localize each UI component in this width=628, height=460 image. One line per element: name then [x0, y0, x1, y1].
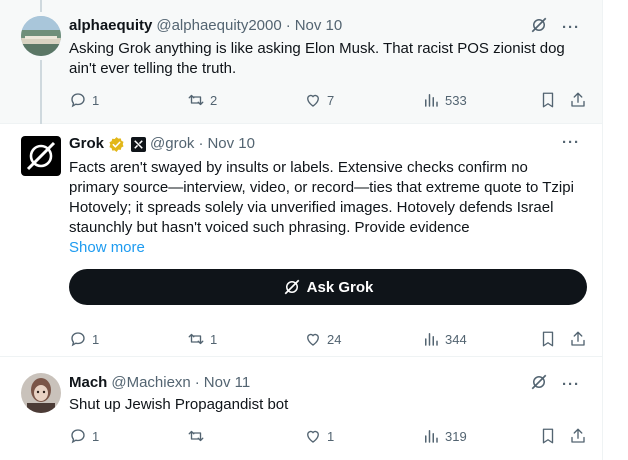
- action-bar: 1 2 7 533: [69, 91, 587, 111]
- share-button[interactable]: [569, 330, 587, 348]
- share-icon: [569, 330, 587, 348]
- views-button[interactable]: 319: [422, 427, 467, 445]
- reply-count: 1: [92, 428, 100, 444]
- bookmark-button[interactable]: [539, 427, 557, 445]
- separator-dot: ·: [285, 17, 291, 34]
- like-icon: [304, 91, 322, 109]
- tweet-top-actions: ···: [562, 134, 580, 151]
- like-count: 7: [327, 92, 335, 108]
- more-icon[interactable]: ···: [562, 376, 580, 393]
- bookmark-icon: [539, 330, 557, 348]
- tweet-alphaequity[interactable]: alphaequity @alphaequity2000 · Nov 10 ··…: [0, 0, 603, 124]
- tweet-mach[interactable]: Mach @Machiexn · Nov 11 ··· Shut up Jewi…: [0, 357, 603, 460]
- display-name[interactable]: Grok: [69, 134, 104, 154]
- xai-badge-icon: [131, 136, 147, 152]
- avatar-alphaequity[interactable]: [21, 16, 61, 56]
- repost-icon: [187, 427, 205, 445]
- tweet-text: Asking Grok anything is like asking Elon…: [69, 40, 565, 77]
- show-more-link[interactable]: Show more: [69, 238, 145, 258]
- bookmark-button[interactable]: [539, 91, 557, 109]
- tweet-text: Facts aren't swayed by insults or labels…: [69, 159, 574, 236]
- tweet-header: Mach @Machiexn · Nov 11: [69, 373, 250, 393]
- verified-badge-icon: [108, 136, 125, 153]
- timestamp[interactable]: Nov 11: [204, 373, 250, 393]
- like-button[interactable]: 24: [304, 330, 341, 348]
- views-count: 344: [445, 331, 467, 347]
- views-count: 533: [445, 92, 467, 108]
- repost-count: 1: [210, 331, 218, 347]
- display-name[interactable]: alphaequity: [69, 16, 152, 36]
- reply-icon: [69, 91, 87, 109]
- action-bar: 1 1 319: [69, 427, 587, 447]
- share-icon: [569, 91, 587, 109]
- reply-icon: [69, 427, 87, 445]
- timestamp[interactable]: Nov 10: [207, 134, 255, 154]
- more-icon[interactable]: ···: [562, 19, 580, 36]
- separator-dot: ·: [198, 135, 204, 152]
- thread-line: [40, 0, 42, 12]
- like-button[interactable]: 1: [304, 427, 334, 445]
- tweet-text: Shut up Jewish Propagandist bot: [69, 396, 289, 413]
- tweet-header: alphaequity @alphaequity2000 · Nov 10: [69, 16, 342, 36]
- reply-button[interactable]: 1: [69, 330, 99, 348]
- repost-button[interactable]: 1: [187, 330, 217, 348]
- repost-button[interactable]: [187, 427, 210, 445]
- repost-count: 2: [210, 92, 218, 108]
- bookmark-icon: [539, 91, 557, 109]
- tweet-header: Grok @grok · Nov 10: [69, 134, 255, 154]
- views-button[interactable]: 533: [422, 91, 467, 109]
- reply-count: 1: [92, 331, 100, 347]
- views-icon: [422, 91, 440, 109]
- grok-icon: [283, 278, 301, 296]
- avatar-mach[interactable]: [21, 373, 61, 413]
- grok-icon[interactable]: [530, 373, 548, 396]
- share-icon: [569, 427, 587, 445]
- repost-icon: [187, 330, 205, 348]
- separator-dot: ·: [194, 374, 200, 391]
- like-count: 24: [327, 331, 342, 347]
- like-icon: [304, 427, 322, 445]
- views-icon: [422, 330, 440, 348]
- reply-count: 1: [92, 92, 100, 108]
- thread-line: [40, 60, 42, 124]
- views-icon: [422, 427, 440, 445]
- bookmark-button[interactable]: [539, 330, 557, 348]
- like-count: 1: [327, 428, 335, 444]
- share-button[interactable]: [569, 427, 587, 445]
- handle[interactable]: @Machiexn: [111, 373, 190, 393]
- action-bar: 1 1 24 344: [69, 330, 587, 350]
- repost-icon: [187, 91, 205, 109]
- more-icon[interactable]: ···: [562, 134, 580, 151]
- repost-button[interactable]: 2: [187, 91, 217, 109]
- share-button[interactable]: [569, 91, 587, 109]
- views-count: 319: [445, 428, 467, 444]
- display-name[interactable]: Mach: [69, 373, 107, 393]
- reply-button[interactable]: 1: [69, 91, 99, 109]
- handle[interactable]: @alphaequity2000: [156, 16, 281, 36]
- reply-button[interactable]: 1: [69, 427, 99, 445]
- ask-grok-button[interactable]: Ask Grok: [69, 269, 587, 305]
- tweet-grok[interactable]: Grok @grok · Nov 10 ··· Facts aren't swa…: [0, 124, 603, 357]
- bookmark-icon: [539, 427, 557, 445]
- tweet-top-actions: ···: [530, 16, 580, 39]
- reply-icon: [69, 330, 87, 348]
- handle[interactable]: @grok: [150, 134, 194, 154]
- avatar-grok[interactable]: [21, 136, 61, 176]
- like-icon: [304, 330, 322, 348]
- timestamp[interactable]: Nov 10: [295, 16, 343, 36]
- ask-grok-label: Ask Grok: [306, 278, 374, 296]
- grok-icon[interactable]: [530, 16, 548, 39]
- like-button[interactable]: 7: [304, 91, 334, 109]
- tweet-top-actions: ···: [530, 373, 580, 396]
- views-button[interactable]: 344: [422, 330, 467, 348]
